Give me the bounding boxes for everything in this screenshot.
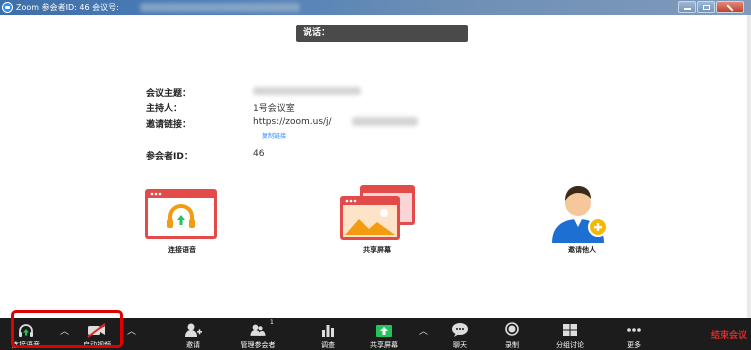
blurred-title-segment [140, 3, 300, 12]
share-screen-label[interactable]: 共享屏幕 [337, 245, 417, 255]
talking-indicator: 说话： [296, 25, 468, 42]
window-title-bar: Zoom 参会者ID: 46 会议号: [0, 0, 751, 15]
window-edge [747, 15, 751, 318]
join-audio-icon [145, 189, 217, 239]
invite-toolbar-label: 邀请 [186, 341, 200, 349]
participant-id-value: 46 [253, 149, 265, 159]
participants-icon [250, 324, 266, 336]
close-window-button[interactable] [716, 1, 744, 13]
meeting-topic-label: 会议主题： [146, 89, 192, 99]
invite-others-label[interactable]: 邀请他人 [542, 245, 622, 255]
record-icon [505, 322, 519, 336]
more-button[interactable]: 更多 [622, 318, 646, 350]
more-toolbar-label: 更多 [627, 341, 641, 349]
record-button[interactable]: 录制 [500, 318, 524, 350]
manage-participants-button[interactable]: 1 管理参会者 [232, 318, 284, 350]
invite-person-icon [552, 186, 608, 243]
breakout-rooms-toolbar-label: 分组讨论 [556, 341, 584, 349]
more-dots-icon [627, 328, 641, 332]
share-screen-button[interactable]: 共享屏幕 [362, 318, 406, 350]
chat-button[interactable]: 聊天 [448, 318, 472, 350]
invite-link-label: 邀请链接： [146, 120, 192, 130]
invite-link-value: https://zoom.us/j/ [253, 117, 332, 127]
chat-bubble-icon [452, 323, 468, 337]
join-audio-action[interactable] [145, 189, 217, 243]
copy-link[interactable]: 复制链接 [262, 131, 286, 140]
invite-icon [185, 323, 202, 337]
meeting-topic-value-redacted [253, 87, 361, 95]
maximize-button[interactable] [697, 1, 715, 13]
polling-toolbar-label: 调查 [321, 341, 335, 349]
share-screen-toolbar-label: 共享屏幕 [370, 341, 398, 349]
highlight-box [11, 310, 123, 348]
end-meeting-button[interactable]: 结束会议 [711, 328, 747, 341]
bar-chart-icon [322, 325, 334, 337]
share-screen-icon [340, 185, 415, 240]
host-value: 1号会议室 [253, 104, 295, 114]
share-screen-toolbar-icon [376, 325, 392, 337]
join-audio-label[interactable]: 连接语音 [142, 245, 222, 255]
zoom-logo-icon [2, 2, 13, 13]
invite-others-action[interactable] [546, 183, 616, 247]
window-title: Zoom 参会者ID: 46 会议号: [16, 3, 119, 12]
chat-toolbar-label: 聊天 [453, 341, 467, 349]
share-options-caret-icon[interactable]: ︿ [419, 324, 428, 337]
minimize-button[interactable] [678, 1, 696, 13]
participant-count-badge: 1 [270, 319, 274, 326]
polling-button[interactable]: 调查 [316, 318, 340, 350]
host-label: 主持人： [146, 104, 183, 114]
invite-link-redacted [352, 117, 418, 126]
invite-button[interactable]: 邀请 [178, 318, 208, 350]
share-screen-action[interactable] [340, 185, 415, 244]
video-options-caret-icon[interactable]: ︿ [127, 324, 136, 337]
participant-id-label: 参会者ID： [146, 152, 193, 162]
breakout-rooms-icon [563, 324, 577, 336]
manage-participants-toolbar-label: 管理参会者 [240, 341, 276, 349]
breakout-rooms-button[interactable]: 分组讨论 [550, 318, 590, 350]
record-toolbar-label: 录制 [505, 341, 519, 349]
